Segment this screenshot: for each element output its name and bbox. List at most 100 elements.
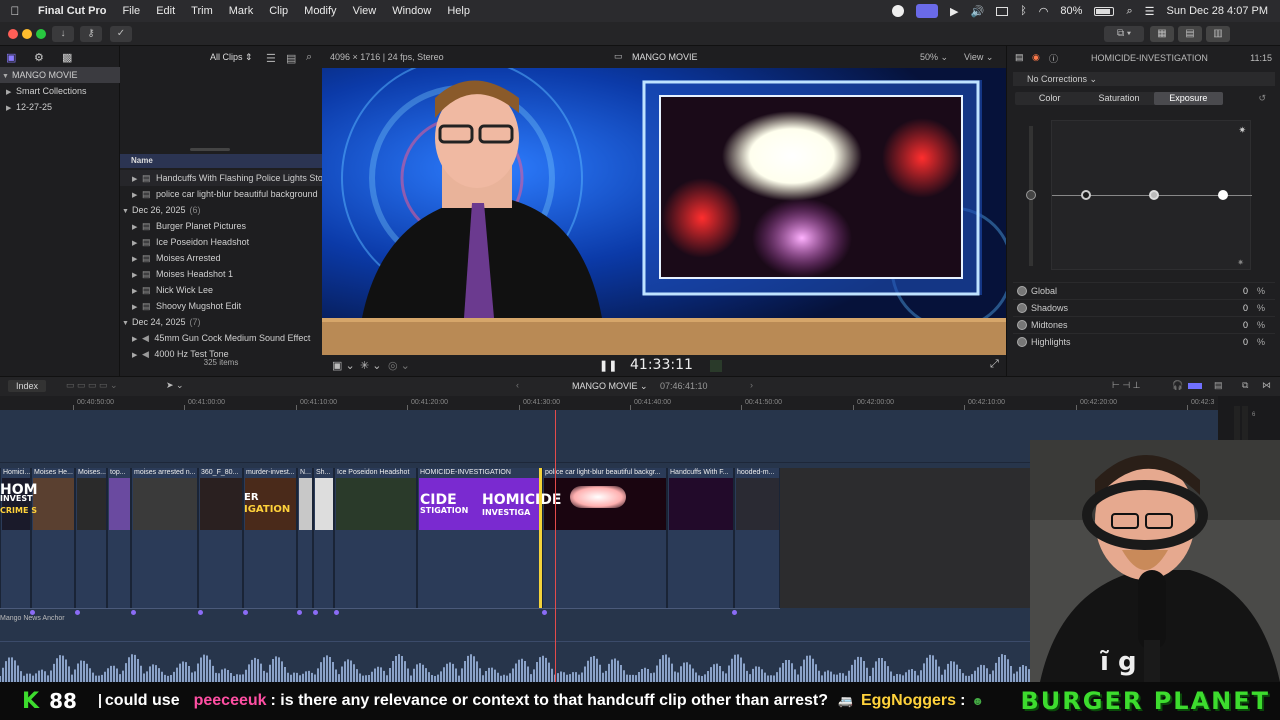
share-icon[interactable]: ⧉ ▾: [1104, 26, 1144, 42]
param-toggle-icon[interactable]: [1017, 337, 1027, 347]
disclosure-icon[interactable]: ▶: [132, 300, 142, 314]
event-group-row[interactable]: ▼ Dec 24, 2025 (7): [120, 314, 322, 330]
timeline-clip[interactable]: hooded-m...: [734, 468, 780, 608]
timecode-display[interactable]: 41:33:11: [630, 357, 693, 373]
datetime[interactable]: Sun Dec 28 4:07 PM: [1166, 5, 1268, 17]
apple-icon[interactable]: : [0, 4, 30, 18]
timeline-clip[interactable]: N...: [297, 468, 313, 608]
clip-row[interactable]: ▶ ▤ Handcuffs With Flashing Police Lights…: [120, 170, 322, 186]
zoom-dropdown[interactable]: 50% ⌄: [920, 52, 948, 63]
disclosure-icon[interactable]: ▼: [122, 204, 132, 218]
global-exposure-puck[interactable]: [1026, 190, 1036, 200]
corrections-dropdown[interactable]: No Corrections ⌄: [1013, 72, 1275, 86]
forward-arrow-icon[interactable]: ›: [750, 380, 753, 390]
disclosure-icon[interactable]: ▶: [132, 220, 142, 234]
keyframe-marker[interactable]: [297, 610, 302, 615]
timeline-clip[interactable]: Moises...: [75, 468, 107, 608]
disclosure-icon[interactable]: ▶: [132, 332, 142, 346]
midtones-puck[interactable]: [1149, 190, 1159, 200]
exposure-board[interactable]: ✷ ✷: [1051, 120, 1252, 270]
tab-saturation[interactable]: Saturation: [1084, 92, 1153, 105]
clip-filter-dropdown[interactable]: All Clips ⇕: [210, 52, 253, 63]
column-header-name[interactable]: Name: [120, 154, 322, 168]
disclosure-icon[interactable]: ▶: [132, 172, 142, 186]
keyframe-marker[interactable]: [313, 610, 318, 615]
transform-icon[interactable]: ▣ ⌄: [332, 359, 355, 372]
keyword-icon[interactable]: ⚷: [80, 26, 102, 42]
keyframe-marker[interactable]: [198, 610, 203, 615]
reset-icon[interactable]: ↺: [1258, 93, 1266, 104]
sidebar-item-event[interactable]: ▶ 12-27-25: [0, 99, 52, 115]
color-inspector-icon[interactable]: ◉: [1032, 52, 1040, 63]
sidebar-item-smart-collections[interactable]: ▶ Smart Collections: [0, 83, 87, 99]
filmstrip-resize-handle[interactable]: [190, 148, 230, 151]
param-value[interactable]: 0: [1243, 303, 1248, 313]
skimming-toggle-icon[interactable]: [1188, 383, 1202, 389]
clip-row[interactable]: ▶ ▤ Ice Poseidon Headshot: [120, 234, 322, 250]
titles-tab-icon[interactable]: ▩: [62, 51, 72, 64]
menu-help[interactable]: Help: [439, 5, 478, 17]
shadows-puck[interactable]: [1081, 190, 1091, 200]
libraries-tab-icon[interactable]: ▣: [6, 51, 16, 64]
close-window-button[interactable]: [8, 29, 18, 39]
param-toggle-icon[interactable]: [1017, 286, 1027, 296]
menu-file[interactable]: File: [114, 5, 148, 17]
tab-color[interactable]: Color: [1015, 92, 1084, 105]
index-button[interactable]: Index: [8, 380, 47, 392]
clip-row[interactable]: ▶ ▤ Burger Planet Pictures: [120, 218, 322, 234]
minimize-window-button[interactable]: [22, 29, 32, 39]
param-value[interactable]: 0: [1243, 286, 1248, 296]
playhead[interactable]: [555, 410, 556, 682]
layout-browser-icon[interactable]: ▦: [1150, 26, 1174, 42]
library-root[interactable]: ▼ MANGO MOVIE: [0, 67, 120, 83]
timeline-clip[interactable]: murder-invest...: [243, 468, 297, 608]
keyframe-marker[interactable]: [243, 610, 248, 615]
param-value[interactable]: 0: [1243, 320, 1248, 330]
video-inspector-icon[interactable]: ▤: [1015, 52, 1024, 63]
wifi-icon[interactable]: ◠: [1039, 5, 1049, 18]
zoom-window-button[interactable]: [36, 29, 46, 39]
disclosure-icon[interactable]: ▶: [132, 252, 142, 266]
event-group-row[interactable]: ▼ Dec 26, 2025 (6): [120, 202, 322, 218]
disclosure-icon[interactable]: ▶: [132, 236, 142, 250]
viewer-frame[interactable]: [322, 68, 1006, 355]
battery-icon[interactable]: [1094, 6, 1115, 16]
clip-appearance-icon[interactable]: ▤: [286, 52, 296, 65]
list-view-icon[interactable]: ☰: [266, 52, 276, 65]
menu-view[interactable]: View: [345, 5, 385, 17]
clip-row[interactable]: ▶ ▤ Moises Arrested: [120, 250, 322, 266]
screen-share-icon[interactable]: [916, 4, 939, 18]
effects-browser-icon[interactable]: ⧉: [1242, 380, 1248, 391]
search-icon[interactable]: ⌕: [1126, 5, 1132, 18]
tab-exposure[interactable]: Exposure: [1153, 92, 1223, 105]
menu-edit[interactable]: Edit: [148, 5, 183, 17]
keyframe-marker[interactable]: [131, 610, 136, 615]
menu-app-name[interactable]: Final Cut Pro: [30, 5, 114, 17]
disclosure-icon[interactable]: ▶: [132, 268, 142, 282]
search-icon[interactable]: ⌕: [306, 51, 312, 64]
timeline-clip[interactable]: HOMICIDE-INVESTIGATION: [417, 468, 542, 608]
menu-trim[interactable]: Trim: [183, 5, 221, 17]
timeline-clip[interactable]: 360_F_80...: [198, 468, 243, 608]
speed-icon[interactable]: ◎ ⌄: [388, 359, 410, 372]
param-toggle-icon[interactable]: [1017, 303, 1027, 313]
zoom-tools-icons[interactable]: ⊢ ⊣ ⊥: [1112, 380, 1141, 391]
menu-modify[interactable]: Modify: [296, 5, 344, 17]
timeline-clip[interactable]: top...: [107, 468, 131, 608]
pause-icon[interactable]: ❚❚: [599, 359, 617, 372]
disclosure-icon[interactable]: ▶: [132, 188, 142, 202]
timeline-clip[interactable]: Moises He...: [31, 468, 75, 608]
timeline-ruler[interactable]: 00:40:50:00 00:41:00:00 00:41:10:00 00:41:2…: [0, 396, 1218, 410]
highlights-puck[interactable]: [1218, 190, 1228, 200]
background-tasks-icon[interactable]: ✓: [110, 26, 132, 42]
clip-row[interactable]: ▶ ◀ 45mm Gun Cock Medium Sound Effect: [120, 330, 322, 346]
param-toggle-icon[interactable]: [1017, 320, 1027, 330]
param-value[interactable]: 0: [1243, 337, 1248, 347]
select-tool-icon[interactable]: ➤ ⌄: [166, 380, 184, 391]
volume-icon[interactable]: 🔊: [970, 5, 984, 18]
clip-row[interactable]: ▶ ▤ Shoovy Mugshot Edit: [120, 298, 322, 314]
clip-row[interactable]: ▶ ▤ police car light-blur beautiful backg…: [120, 186, 322, 202]
keyframe-marker[interactable]: [334, 610, 339, 615]
menu-window[interactable]: Window: [384, 5, 439, 17]
keyframe-marker[interactable]: [542, 610, 547, 615]
